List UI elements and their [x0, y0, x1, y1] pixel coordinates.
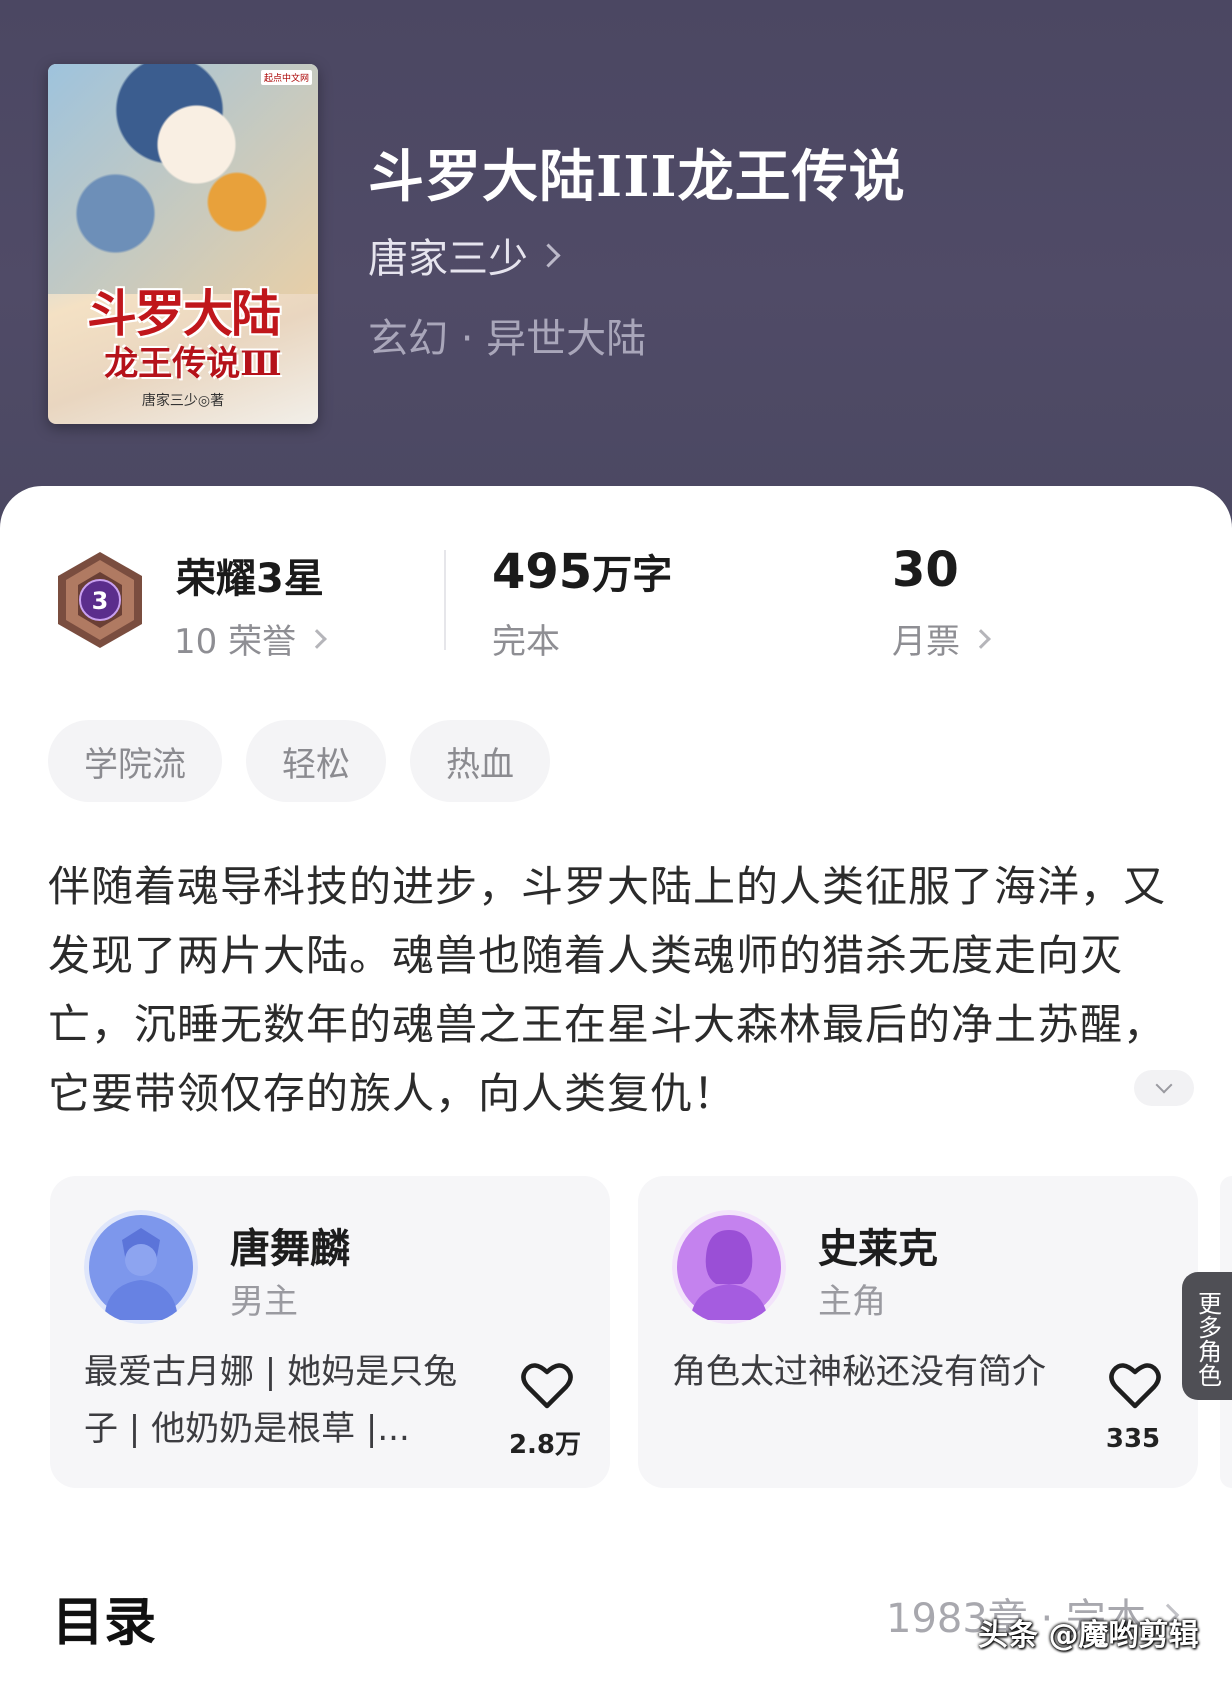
honor-count: 10 荣誉	[174, 622, 297, 662]
chevron-right-icon	[971, 628, 991, 649]
badge-number: 3	[92, 587, 109, 615]
honor-link[interactable]: 10 荣誉	[174, 614, 327, 663]
role-type: 男主	[230, 1282, 298, 1322]
watermark: 头条 @魔哟剪辑	[978, 1618, 1199, 1653]
book-header: 起点中文网 斗罗大陆 龙王传说Ⅲ 唐家三少◎著 斗罗大陆III龙王传说 唐家三少…	[0, 0, 1232, 520]
stats-divider	[444, 550, 446, 650]
honor-title: 荣耀3星	[176, 556, 324, 602]
word-count-value: 495	[492, 544, 593, 600]
chevron-down-icon	[1155, 1076, 1173, 1094]
book-status: 完本	[492, 622, 560, 662]
cover-sub-title: 龙王传说Ⅲ	[104, 344, 282, 384]
word-count: 495万字	[492, 542, 672, 600]
role-card[interactable]: 唐舞麟 男主 最爱古月娜 | 她妈是只兔子 | 他奶奶是根草 |... 2.8万	[50, 1176, 610, 1488]
cover-art	[48, 64, 318, 294]
more-roles-button[interactable]: 更多角色	[1182, 1272, 1232, 1400]
book-cover[interactable]: 起点中文网 斗罗大陆 龙王传说Ⅲ 唐家三少◎著	[48, 64, 318, 424]
heart-icon[interactable]	[520, 1360, 574, 1410]
word-count-unit: 万字	[592, 552, 673, 598]
tag-chip[interactable]: 热血	[410, 720, 550, 802]
cover-author-line: 唐家三少◎著	[141, 393, 225, 409]
role-name: 史莱克	[818, 1226, 938, 1272]
honor-badge-icon: 3	[58, 552, 142, 648]
role-type: 主角	[818, 1282, 886, 1322]
author-link[interactable]: 唐家三少	[368, 226, 561, 284]
tag-chip[interactable]: 学院流	[48, 720, 222, 802]
cover-main-title: 斗罗大陆	[87, 284, 281, 343]
monthly-ticket-link[interactable]: 月票	[892, 614, 991, 663]
role-avatar	[84, 1210, 198, 1324]
book-title: 斗罗大陆III龙王传说	[368, 144, 906, 210]
book-genre: 玄幻 · 异世大陆	[368, 316, 647, 362]
chevron-right-icon	[536, 242, 561, 268]
role-avatar	[672, 1210, 786, 1324]
expand-description-button[interactable]	[1134, 1070, 1194, 1106]
monthly-ticket-label: 月票	[892, 622, 960, 662]
toc-title: 目录	[52, 1593, 157, 1653]
cover-publisher: 起点中文网	[260, 70, 312, 85]
heart-icon[interactable]	[1108, 1360, 1162, 1410]
book-detail-card: 3 荣耀3星 10 荣誉 495万字 完本 30 月票 学院流 轻松 热血 伴随…	[0, 486, 1232, 1685]
role-name: 唐舞麟	[230, 1226, 350, 1272]
stats-row: 3 荣耀3星 10 荣誉 495万字 完本 30 月票	[0, 486, 1232, 686]
book-description: 伴随着魂导科技的进步，斗罗大陆上的人类征服了海洋，又发现了两片大陆。魂兽也随着人…	[48, 862, 1167, 1118]
tag-chip[interactable]: 轻松	[246, 720, 386, 802]
author-name: 唐家三少	[368, 236, 528, 282]
role-description: 角色太过神秘还没有简介	[672, 1352, 1046, 1392]
role-likes: 2.8万	[508, 1430, 582, 1460]
monthly-ticket-count: 30	[892, 542, 959, 598]
role-description: 最爱古月娜 | 她妈是只兔子 | 他奶奶是根草 |...	[84, 1352, 458, 1449]
chevron-right-icon	[307, 628, 327, 649]
tag-list: 学院流 轻松 热血	[48, 720, 550, 802]
role-likes: 335	[1105, 1424, 1161, 1454]
role-card[interactable]: 史莱克 主角 角色太过神秘还没有简介 335	[638, 1176, 1198, 1488]
